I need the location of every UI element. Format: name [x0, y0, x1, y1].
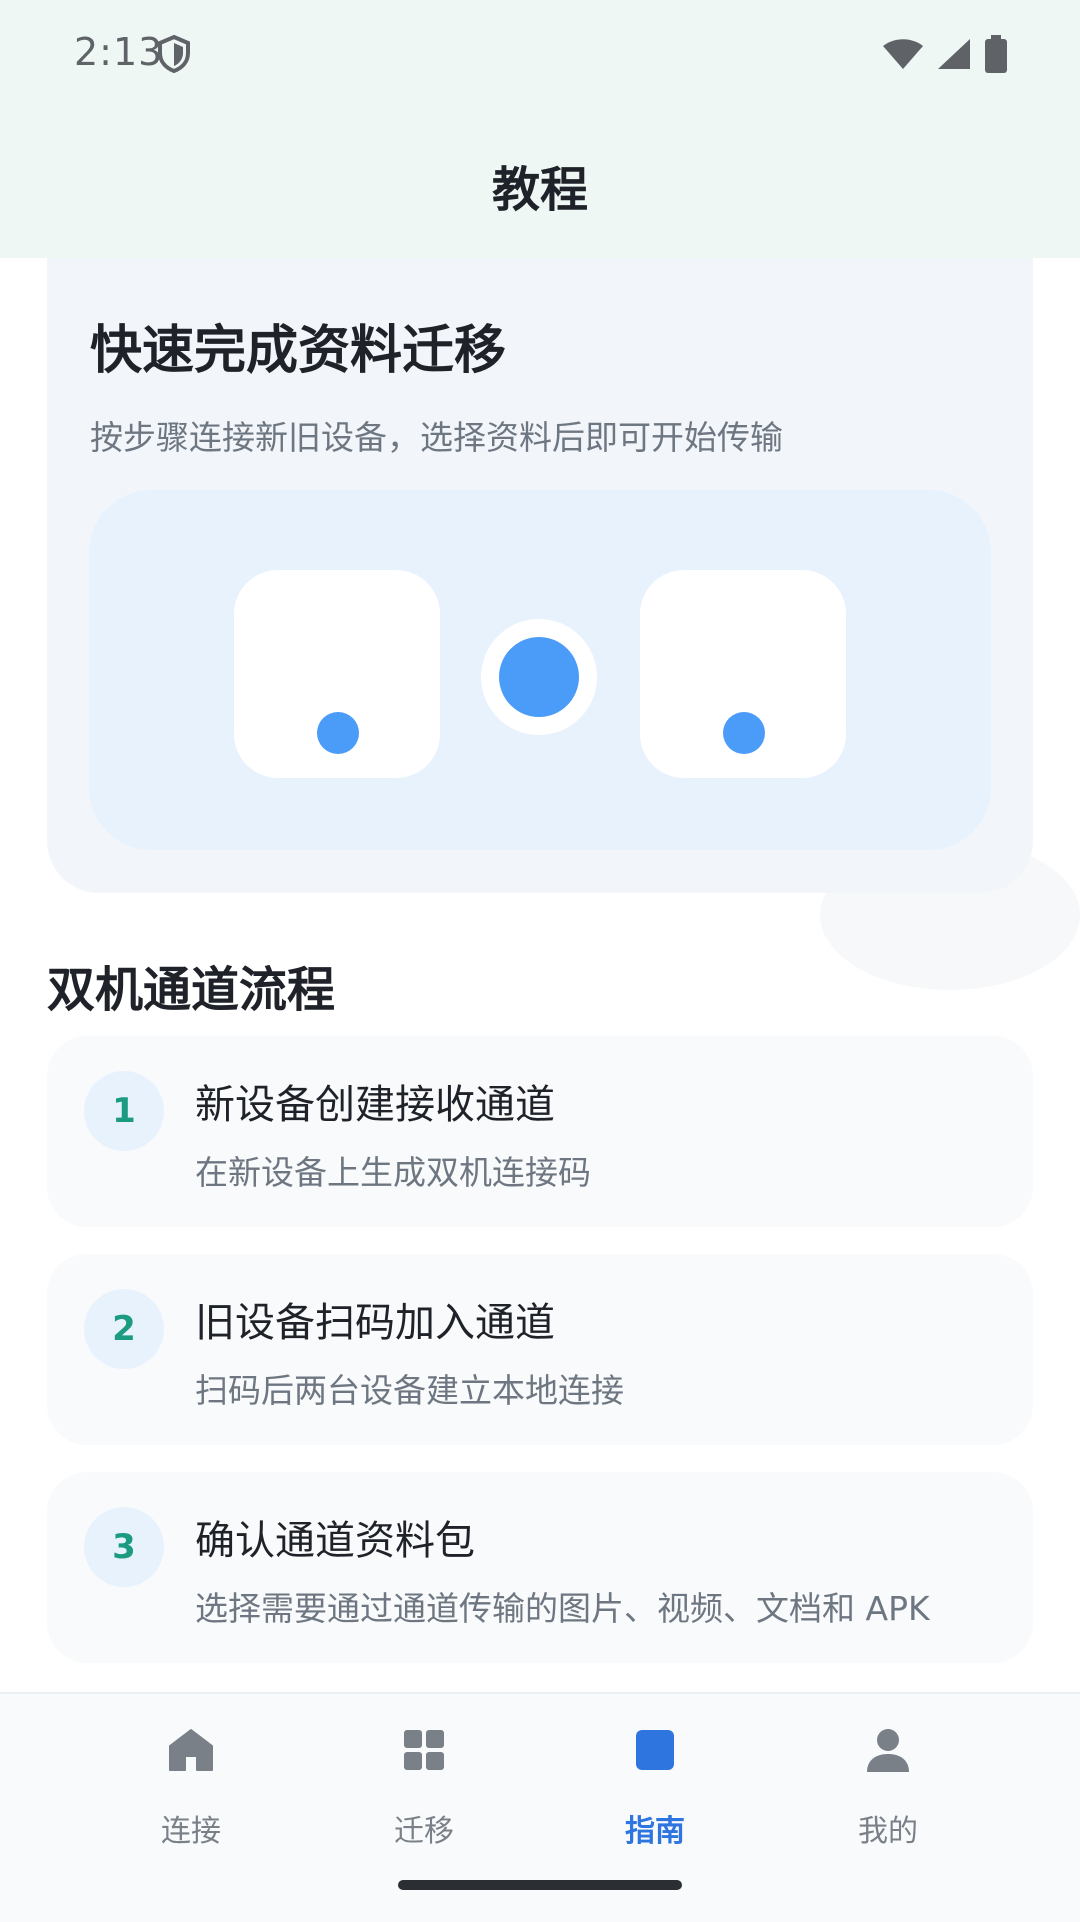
step-title: 旧设备扫码加入通道 [195, 1300, 555, 1346]
device-dot [317, 712, 359, 754]
wifi-icon [883, 39, 923, 69]
transfer-illustration [89, 490, 991, 850]
home-indicator[interactable] [398, 1880, 682, 1890]
hero-title: 快速完成资料迁移 [90, 321, 507, 381]
nav-label: 连接 [161, 1814, 221, 1849]
nav-item-migrate[interactable]: 迁移 [324, 1726, 524, 1866]
page-title: 教程 [491, 162, 588, 218]
battery-icon [985, 35, 1007, 73]
step-description: 扫码后两台设备建立本地连接 [195, 1371, 624, 1410]
nav-item-guide[interactable]: 指南 [555, 1726, 755, 1866]
old-device-illustration [234, 570, 440, 778]
section-title: 双机通道流程 [47, 962, 336, 1018]
status-icons [882, 34, 1008, 74]
nav-item-connect[interactable]: 连接 [91, 1726, 291, 1866]
step-card-1[interactable]: 1 新设备创建接收通道 在新设备上生成双机连接码 [47, 1036, 1033, 1227]
step-number: 2 [84, 1289, 164, 1369]
status-time: 2:13 [74, 30, 164, 74]
connection-dot [499, 637, 579, 717]
signal-icon [938, 39, 970, 69]
step-card-3[interactable]: 3 确认通道资料包 选择需要通过通道传输的图片、视频、文档和 APK [47, 1472, 1033, 1663]
step-card-2[interactable]: 2 旧设备扫码加入通道 扫码后两台设备建立本地连接 [47, 1254, 1033, 1445]
device-dot [723, 712, 765, 754]
step-title: 新设备创建接收通道 [195, 1082, 555, 1128]
home-icon [169, 1729, 213, 1771]
nav-item-me[interactable]: 我的 [788, 1726, 988, 1866]
person-icon [867, 1729, 909, 1772]
nav-label: 我的 [858, 1814, 918, 1849]
nav-label: 指南 [625, 1814, 685, 1849]
connection-node-illustration [481, 619, 597, 735]
step-number: 3 [84, 1507, 164, 1587]
step-description: 在新设备上生成双机连接码 [195, 1153, 591, 1192]
top-bar: 2:13 教程 [0, 0, 1080, 258]
nav-label: 迁移 [394, 1814, 454, 1849]
step-number: 1 [84, 1071, 164, 1151]
step-description: 选择需要通过通道传输的图片、视频、文档和 APK [195, 1589, 930, 1628]
shield-icon [158, 34, 190, 74]
grid-icon [404, 1730, 444, 1770]
new-device-illustration [640, 570, 846, 778]
hero-subtitle: 按步骤连接新旧设备，选择资料后即可开始传输 [90, 418, 783, 457]
step-title: 确认通道资料包 [195, 1518, 475, 1564]
hero-card: 快速完成资料迁移 按步骤连接新旧设备，选择资料后即可开始传输 [47, 258, 1033, 893]
book-icon [636, 1730, 674, 1770]
